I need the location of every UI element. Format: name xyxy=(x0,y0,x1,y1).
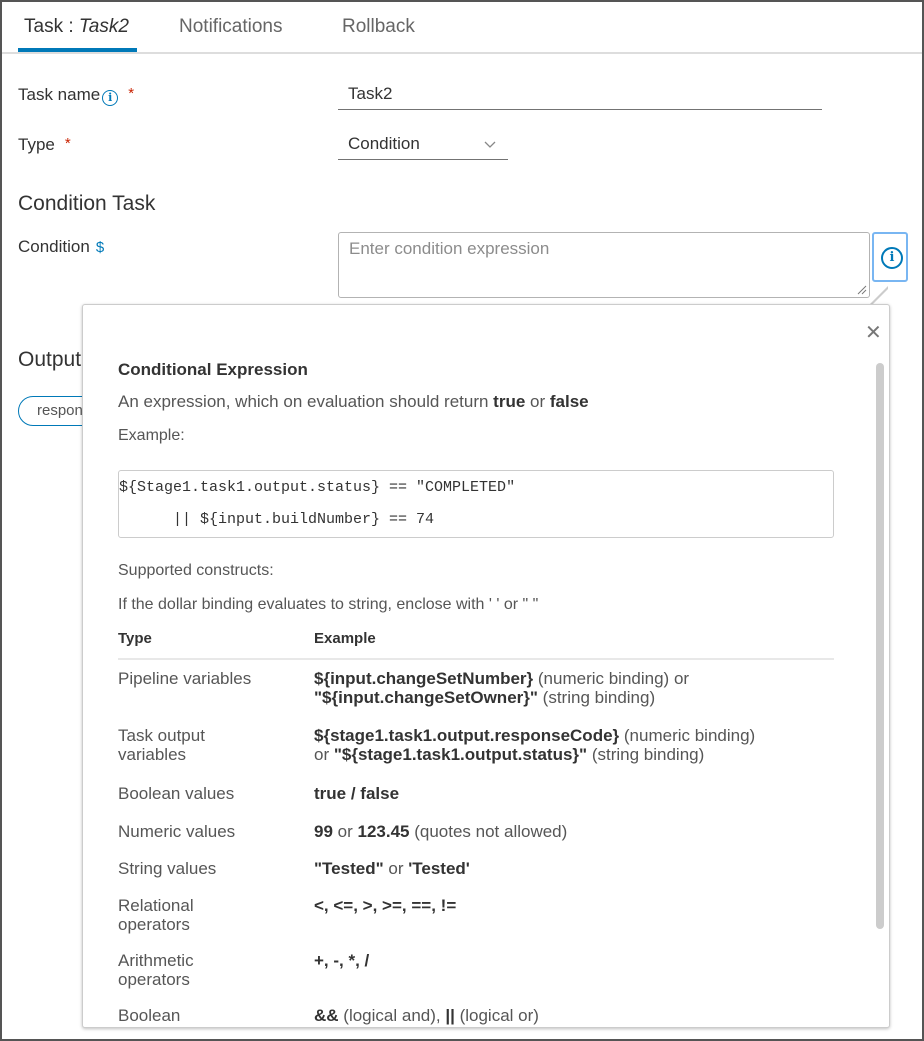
tab-task[interactable]: Task : Task2 xyxy=(24,16,129,38)
example-code: ${stage1.task1.output.responseCode} xyxy=(314,726,620,745)
construct-type: Boolean Operators xyxy=(118,1006,194,1027)
info-icon: i xyxy=(881,247,903,269)
column-header-example: Example xyxy=(314,630,376,647)
desc-true: true xyxy=(493,392,526,411)
condition-help-signpost: ✕ Conditional Expression An expression, … xyxy=(82,304,890,1028)
header-divider xyxy=(118,658,834,660)
active-tab-indicator xyxy=(18,48,137,52)
example-code: +, -, *, / xyxy=(314,951,370,970)
required-marker: * xyxy=(64,135,71,152)
resize-handle-icon[interactable] xyxy=(857,285,867,295)
example-text: (numeric binding) xyxy=(619,726,756,745)
task-editor-panel: Task : Task2 Notifications Rollback Task… xyxy=(0,0,924,1041)
construct-type: String values xyxy=(118,859,217,878)
desc-or: or xyxy=(525,392,550,411)
type-label: Type * xyxy=(18,135,71,155)
tab-task-prefix: Task : xyxy=(24,16,79,37)
construct-type: Arithmetic operators xyxy=(118,951,194,989)
supported-constructs-label: Supported constructs: xyxy=(118,562,274,579)
section-title: Condition Task xyxy=(18,192,156,215)
task-name-value: Task2 xyxy=(348,84,393,103)
construct-example: ${input.changeSetNumber} (numeric bindin… xyxy=(314,669,834,707)
construct-type: Boolean values xyxy=(118,784,235,803)
tab-notifications[interactable]: Notifications xyxy=(179,16,283,38)
code-line: || ${input.buildNumber} == 74 xyxy=(119,511,435,528)
construct-example: +, -, *, / xyxy=(314,951,834,970)
task-name-label: Task name i * xyxy=(18,85,135,106)
chevron-down-icon xyxy=(484,136,496,152)
construct-example: <, <=, >, >=, ==, != xyxy=(314,896,834,915)
type-select[interactable]: Condition xyxy=(338,132,508,160)
example-text: (quotes not allowed) xyxy=(409,822,568,841)
construct-example: true / false xyxy=(314,784,834,803)
dollar-binding-icon: $ xyxy=(95,239,105,256)
popover-description: An expression, which on evaluation shoul… xyxy=(118,392,589,412)
condition-label: Condition $ xyxy=(18,237,104,257)
example-code: "Tested" xyxy=(314,859,384,878)
example-text: (logical and), xyxy=(338,1006,446,1025)
example-code: ${input.changeSetNumber} xyxy=(314,669,534,688)
info-icon[interactable]: i xyxy=(102,90,119,106)
type-label-text: Type xyxy=(18,135,55,154)
example-code-block: ${Stage1.task1.output.status} == "COMPLE… xyxy=(118,470,834,538)
construct-type: Pipeline variables xyxy=(118,669,252,688)
example-code: && xyxy=(314,1006,339,1025)
example-code: "${stage1.task1.output.status}" xyxy=(333,745,588,764)
required-marker: * xyxy=(128,85,135,102)
example-code: || xyxy=(445,1006,455,1025)
output-section-title: Output xyxy=(18,348,82,371)
example-text: or xyxy=(383,859,409,878)
column-header-type: Type xyxy=(118,630,152,647)
construct-type: Relational operators xyxy=(118,896,194,934)
example-code: 'Tested' xyxy=(408,859,470,878)
condition-placeholder: Enter condition expression xyxy=(349,239,550,258)
example-text: (string binding) xyxy=(537,688,656,707)
example-text: or xyxy=(314,745,334,764)
task-name-label-text: Task name xyxy=(18,85,101,104)
construct-example: "Tested" or 'Tested' xyxy=(314,859,834,878)
condition-textarea[interactable]: Enter condition expression xyxy=(338,232,870,298)
example-text: (numeric binding) or xyxy=(533,669,690,688)
tab-task-name: Task2 xyxy=(78,16,129,37)
popover-scrollbar[interactable] xyxy=(876,363,884,929)
example-code: "${input.changeSetOwner}" xyxy=(314,688,538,707)
example-code: <, <=, >, >=, ==, != xyxy=(314,896,457,915)
example-code: 99 xyxy=(314,822,333,841)
condition-label-text: Condition xyxy=(18,237,90,256)
type-select-value: Condition xyxy=(348,134,420,153)
task-name-input[interactable]: Task2 xyxy=(338,82,822,110)
example-label: Example: xyxy=(118,427,185,444)
tab-bar: Task : Task2 Notifications Rollback xyxy=(2,2,922,54)
desc-text: An expression, which on evaluation shoul… xyxy=(118,392,494,411)
example-code: 123.45 xyxy=(357,822,410,841)
construct-example: && (logical and), || (logical or) xyxy=(314,1006,834,1025)
example-text: or xyxy=(332,822,358,841)
construct-type: Task output variables xyxy=(118,726,205,764)
construct-type: Numeric values xyxy=(118,822,236,841)
construct-example: 99 or 123.45 (quotes not allowed) xyxy=(314,822,834,841)
construct-example: ${stage1.task1.output.responseCode} (num… xyxy=(314,726,834,764)
example-text: (logical or) xyxy=(454,1006,539,1025)
code-line: ${Stage1.task1.output.status} == "COMPLE… xyxy=(119,479,516,496)
tab-rollback[interactable]: Rollback xyxy=(342,16,415,38)
example-code: true / false xyxy=(314,784,400,803)
popover-pointer-fill xyxy=(872,289,888,305)
close-icon[interactable]: ✕ xyxy=(865,323,882,343)
condition-help-button[interactable]: i xyxy=(872,232,908,282)
popover-title: Conditional Expression xyxy=(118,360,308,379)
string-binding-note: If the dollar binding evaluates to strin… xyxy=(118,596,539,613)
desc-false: false xyxy=(549,392,589,411)
example-text: (string binding) xyxy=(587,745,705,764)
